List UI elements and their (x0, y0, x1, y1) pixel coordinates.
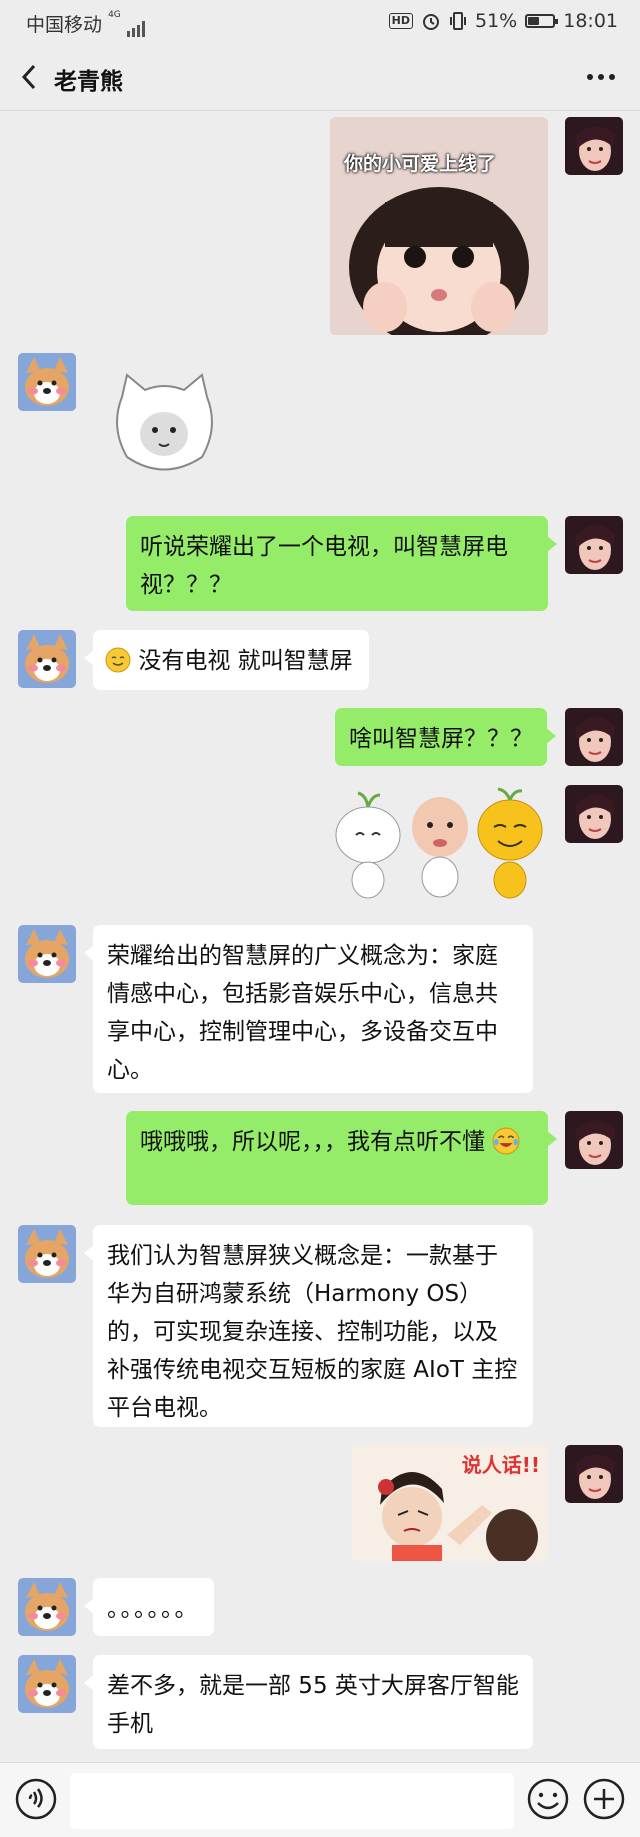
avatar-me-illustration (565, 117, 623, 175)
sticker-three-characters[interactable] (330, 785, 550, 900)
network-badge: 4G (108, 10, 121, 20)
sticker-caption: 说人话!! (461, 1453, 540, 1477)
chat-title: 老青熊 (54, 69, 123, 95)
message-bubble-out[interactable]: 啥叫智慧屏？？？ (335, 708, 556, 766)
avatar-friend[interactable] (18, 1655, 76, 1713)
message-bubble-out[interactable]: 哦哦哦，所以呢，，，我有点听不懂 (126, 1111, 557, 1205)
shiba-avatar-illustration (18, 630, 76, 688)
sticker-cat-face[interactable] (107, 372, 222, 482)
message-text: 。。。。。。 (107, 1596, 200, 1622)
message-bubble-in[interactable]: 荣耀给出的智慧屏的广义概念为：家庭情感中心，包括影音娱乐中心，信息共享中心，控制… (84, 925, 533, 1093)
message-text: 我们认为智慧屏狭义概念是：一款基于华为自研鸿蒙系统（Harmony OS）的，可… (107, 1243, 518, 1421)
shiba-avatar-illustration (18, 353, 76, 411)
message-bubble-in[interactable]: 我们认为智慧屏狭义概念是：一款基于华为自研鸿蒙系统（Harmony OS）的，可… (84, 1225, 533, 1427)
message-input[interactable] (70, 1773, 514, 1829)
message-bubble-in[interactable]: 差不多，就是一部 55 英寸大屏客厅智能手机 (84, 1655, 533, 1749)
message-text: 没有电视 就叫智慧屏 (138, 648, 353, 674)
message-text: 听说荣耀出了一个电视，叫智慧屏电视？？？ (140, 534, 508, 598)
sticker-cute-girl[interactable]: 你的小可爱上线了 (330, 117, 548, 335)
shiba-avatar-illustration (18, 1655, 76, 1713)
shiba-avatar-illustration (18, 1225, 76, 1283)
avatar-me-illustration (565, 1111, 623, 1169)
avatar-friend[interactable] (18, 1225, 76, 1283)
avatar-me[interactable] (565, 117, 623, 175)
battery-percent: 51% (475, 10, 518, 32)
alarm-icon (423, 14, 439, 30)
more-dots-icon[interactable] (584, 60, 618, 94)
avatar-friend[interactable] (18, 630, 76, 688)
status-bar: 中国移动 4G HD 51% 18:01 (0, 0, 640, 44)
message-bubble-in[interactable]: 。。。。。。 (84, 1578, 214, 1636)
carrier-label: 中国移动 (26, 14, 103, 36)
emoji-icon[interactable] (526, 1777, 570, 1821)
avatar-me[interactable] (565, 1111, 623, 1169)
battery-level (528, 17, 540, 25)
message-bubble-in[interactable]: 没有电视 就叫智慧屏 (84, 630, 369, 690)
avatar-friend[interactable] (18, 1578, 76, 1636)
voice-icon[interactable] (14, 1777, 58, 1821)
plus-icon[interactable] (582, 1777, 626, 1821)
avatar-me[interactable] (565, 708, 623, 766)
signal-icon (126, 21, 145, 37)
message-bubble-out[interactable]: 听说荣耀出了一个电视，叫智慧屏电视？？？ (126, 516, 557, 611)
cat-face-sticker-illustration (116, 373, 213, 471)
shiba-avatar-illustration (18, 925, 76, 983)
sticker-speak-human[interactable]: 说人话!! (352, 1445, 548, 1561)
shiba-avatar-illustration (18, 1578, 76, 1636)
three-characters-sticker-illustration (335, 787, 543, 899)
message-text: 荣耀给出的智慧屏的广义概念为：家庭情感中心，包括影音娱乐中心，信息共享中心，控制… (107, 943, 498, 1083)
shy-smile-emoji-icon (105, 647, 131, 673)
avatar-me-illustration (565, 1445, 623, 1503)
battery-icon (525, 14, 559, 28)
input-toolbar (0, 1762, 640, 1837)
avatar-me[interactable] (565, 1445, 623, 1503)
vibrate-icon (450, 12, 466, 30)
message-text: 啥叫智慧屏？？？ (349, 726, 533, 752)
chevron-left-icon[interactable] (16, 60, 46, 94)
avatar-me-illustration (565, 516, 623, 574)
laugh-cry-emoji-icon (492, 1127, 520, 1155)
avatar-me[interactable] (565, 516, 623, 574)
avatar-friend[interactable] (18, 925, 76, 983)
sticker-caption: 你的小可爱上线了 (344, 153, 497, 175)
message-text: 差不多，就是一部 55 英寸大屏客厅智能手机 (107, 1673, 519, 1737)
avatar-me[interactable] (565, 785, 623, 843)
clock: 18:01 (563, 10, 618, 32)
avatar-me-illustration (565, 708, 623, 766)
avatar-me-illustration (565, 785, 623, 843)
chat-header: 老青熊 (0, 44, 640, 111)
avatar-friend[interactable] (18, 353, 76, 411)
hd-badge: HD (388, 13, 413, 29)
message-text: 哦哦哦，所以呢，，，我有点听不懂 (140, 1129, 485, 1155)
